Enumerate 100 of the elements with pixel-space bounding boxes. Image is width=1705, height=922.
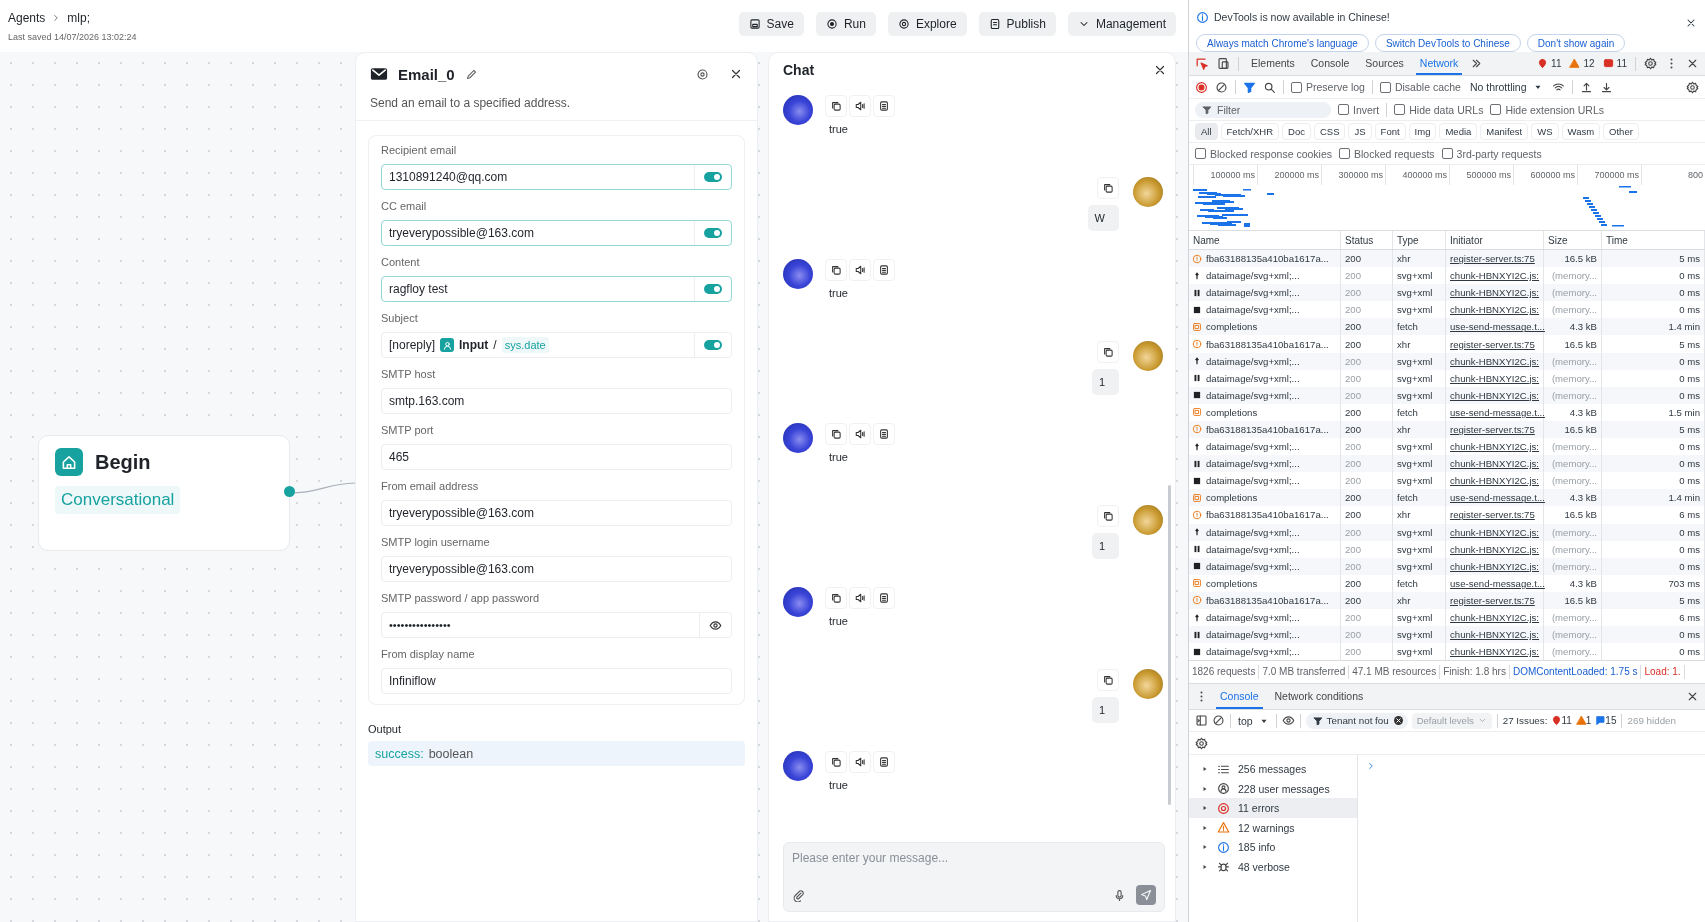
checkbox[interactable] [1339,148,1350,159]
request-name[interactable]: fba63188135a410ba1617a... [1206,424,1329,435]
device-icon[interactable] [1217,57,1230,70]
issue-count[interactable]: 15 [1605,715,1617,727]
upload-icon[interactable] [1579,80,1593,94]
input-field[interactable]: 465 [381,444,732,470]
banner-button[interactable]: Don't show again [1526,34,1626,52]
context-dropdown[interactable]: top [1236,714,1271,727]
request-name[interactable]: fba63188135a410ba1617a... [1206,509,1329,521]
initiator-link[interactable]: register-server.ts:75 [1450,338,1535,350]
initiator-link[interactable]: chunk-HBNXYI2C.js: [1450,543,1540,555]
request-name[interactable]: dataimage/svg+xml;... [1206,612,1300,623]
type-filter-chip[interactable]: Doc [1282,123,1311,140]
microphone-icon[interactable] [1113,888,1126,902]
input-field[interactable]: tryeverypossible@163.com [381,220,732,246]
settings-icon[interactable] [1686,80,1699,94]
inspect-icon[interactable] [1195,56,1209,71]
password-field[interactable]: •••••••••••••••• [381,612,732,638]
initiator-link[interactable]: chunk-HBNXYI2C.js: [1450,304,1540,316]
request-name[interactable]: dataimage/svg+xml;... [1206,543,1300,555]
toolbar-button[interactable]: Management [1067,12,1176,36]
initiator-link[interactable]: use-send-message.t... [1450,406,1545,418]
request-name[interactable]: dataimage/svg+xml;... [1206,560,1300,572]
type-filter-chip[interactable]: All [1195,123,1218,140]
toolbar-button[interactable]: Publish [978,12,1056,36]
toggle-switch[interactable] [704,340,722,350]
input-field[interactable]: ragfloy test [381,276,732,302]
breadcrumb-link[interactable]: mlp; [67,11,91,25]
copy-button[interactable] [1097,669,1119,691]
input-field[interactable]: 1310891240@qq.com [381,164,732,190]
request-name[interactable]: dataimage/svg+xml;... [1206,287,1300,299]
request-name[interactable]: fba63188135a410ba1617a... [1206,594,1329,606]
sidebar-item[interactable]: 11 errors [1189,798,1357,818]
input-field[interactable]: Infiniflow [381,668,732,694]
column-header[interactable]: Initiator [1446,231,1544,249]
request-name[interactable]: dataimage/svg+xml;... [1206,629,1300,641]
scrollbar[interactable] [1168,485,1171,805]
settings-icon[interactable] [1644,57,1657,70]
sidebar-item[interactable]: 185 info [1189,837,1357,857]
toolbar-button[interactable]: Save [738,12,804,36]
issue-icon[interactable] [1602,58,1614,69]
copy-button[interactable] [1097,505,1119,527]
type-filter-chip[interactable]: WS [1531,123,1559,140]
breadcrumb-link[interactable]: Agents [8,11,46,25]
prompt-icon[interactable] [1366,761,1376,772]
close-icon[interactable] [1686,57,1699,70]
toolbar-button[interactable]: Explore [887,12,967,36]
notes-button[interactable] [873,259,895,281]
preview-icon[interactable] [696,67,709,81]
request-name[interactable]: completions [1206,492,1258,504]
initiator-link[interactable]: register-server.ts:75 [1450,424,1535,435]
read-aloud-button[interactable] [849,423,871,445]
initiator-link[interactable]: chunk-HBNXYI2C.js: [1450,287,1540,299]
initiator-link[interactable]: chunk-HBNXYI2C.js: [1450,458,1540,470]
close-icon[interactable] [729,67,743,81]
checkbox[interactable] [1379,81,1391,93]
toggle-switch[interactable] [704,228,722,238]
copy-button[interactable] [825,751,847,773]
sidebar-item[interactable]: 228 user messages [1189,778,1357,799]
connection-handle[interactable] [284,486,295,497]
request-name[interactable]: dataimage/svg+xml;... [1206,304,1300,316]
checkbox[interactable] [1195,148,1206,159]
copy-button[interactable] [1097,341,1119,363]
copy-button[interactable] [825,95,847,117]
column-header[interactable]: Time [1602,231,1705,249]
issue-count[interactable]: 11 [1561,715,1572,727]
issue-icon[interactable] [1595,715,1607,727]
input-field[interactable]: [noreply] Input / sys.date [381,332,732,358]
checkbox[interactable] [1490,104,1502,115]
read-aloud-button[interactable] [849,259,871,281]
warning-icon[interactable] [1569,58,1581,69]
checkbox[interactable] [1338,104,1349,115]
clear-icon[interactable] [1215,80,1228,94]
input-field[interactable]: tryeverypossible@163.com [381,556,732,582]
type-filter-chip[interactable]: Other [1603,123,1639,140]
checkbox[interactable] [1291,81,1302,93]
request-name[interactable]: fba63188135a410ba1617a... [1206,253,1329,265]
initiator-link[interactable]: chunk-HBNXYI2C.js: [1450,475,1540,487]
banner-button[interactable]: Switch DevTools to Chinese [1374,34,1521,52]
request-name[interactable]: dataimage/svg+xml;... [1206,526,1300,538]
settings-icon[interactable] [1195,736,1208,750]
initiator-link[interactable]: use-send-message.t... [1450,492,1545,504]
notes-button[interactable] [873,423,895,445]
error-icon[interactable] [1537,58,1549,69]
request-name[interactable]: dataimage/svg+xml;... [1206,372,1300,384]
devtools-tab[interactable]: Console [1306,52,1354,75]
initiator-link[interactable]: chunk-HBNXYI2C.js: [1450,270,1540,282]
initiator-link[interactable]: use-send-message.t... [1450,577,1545,589]
issue-count[interactable]: 11 [1551,58,1562,69]
copy-button[interactable] [825,423,847,445]
eye-icon[interactable] [1281,714,1295,728]
sidebar-item[interactable]: 12 warnings [1189,817,1357,838]
column-header[interactable]: Size [1544,231,1602,249]
type-filter-chip[interactable]: Media [1439,123,1478,140]
column-header[interactable]: Status [1341,231,1393,249]
column-header[interactable]: Name [1189,231,1341,249]
clear-icon[interactable] [1392,715,1404,727]
notes-button[interactable] [873,751,895,773]
request-name[interactable]: dataimage/svg+xml;... [1206,646,1300,658]
initiator-link[interactable]: register-server.ts:75 [1450,253,1535,265]
